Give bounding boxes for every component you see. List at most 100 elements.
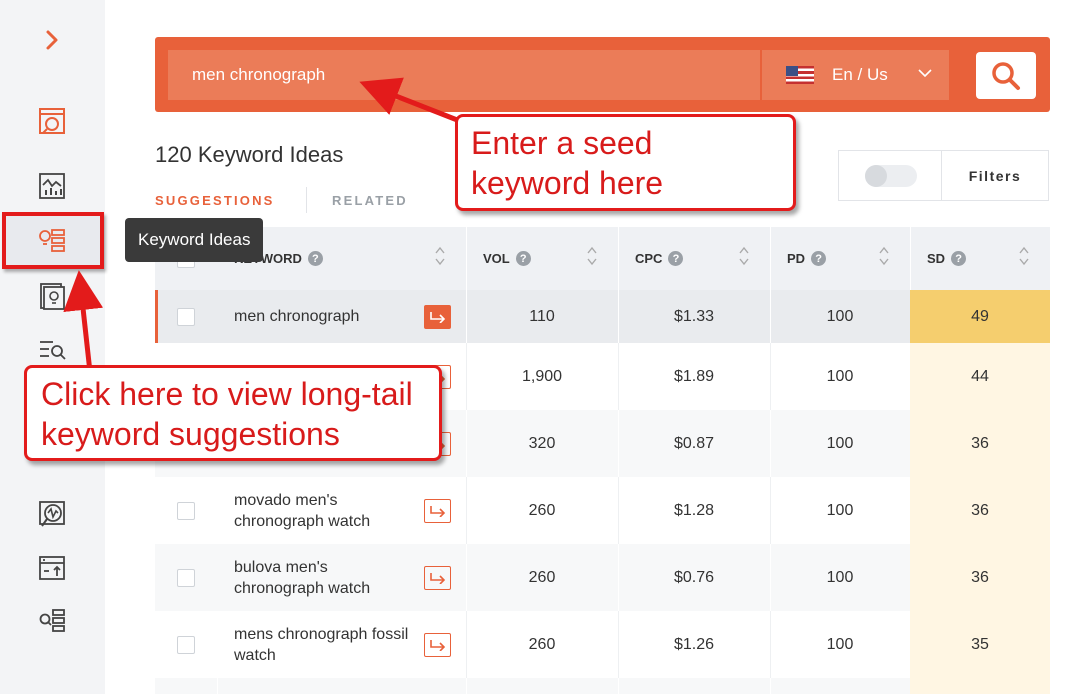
table-row[interactable] [155, 678, 1050, 694]
keyword-text[interactable]: bulova men's chronograph watch [234, 557, 409, 599]
vol-value: 260 [528, 501, 556, 519]
sd-value: 36 [971, 434, 989, 452]
pd-value: 100 [826, 367, 854, 385]
pd-cell: 100 [770, 343, 910, 410]
vol-value: 260 [528, 635, 556, 653]
pd-cell: 100 [770, 477, 910, 544]
vol-cell: 260 [466, 611, 618, 678]
arrow-go-icon[interactable] [424, 498, 451, 523]
filter-toggle[interactable] [865, 165, 917, 187]
search-button[interactable] [976, 52, 1036, 99]
serp-icon[interactable] [36, 334, 68, 366]
row-checkbox[interactable] [177, 307, 195, 326]
header-vol[interactable]: VOL? [466, 227, 618, 290]
help-icon[interactable]: ? [811, 251, 827, 266]
row-select-cell [155, 611, 217, 678]
table-row[interactable]: men chronograph 110 $1.33 100 49 [155, 290, 1050, 343]
vol-cell: 260 [466, 477, 618, 544]
sort-icon[interactable] [1018, 245, 1030, 267]
pd-cell: 100 [770, 290, 910, 343]
cpc-value: $1.26 [673, 635, 715, 653]
sd-cell: 44 [910, 343, 1050, 410]
dashboard-icon[interactable] [36, 105, 68, 137]
chart-icon[interactable] [36, 170, 68, 202]
keyword-ideas-tooltip: Keyword Ideas [125, 218, 264, 262]
help-icon[interactable]: ? [307, 251, 323, 266]
col-divider [466, 678, 467, 694]
pd-cell: 100 [770, 410, 910, 477]
header-sd[interactable]: SD? [910, 227, 1050, 290]
chevron-right-icon[interactable] [36, 24, 68, 56]
keyword-text[interactable]: men chronograph [234, 306, 409, 327]
vol-cell: 260 [466, 544, 618, 611]
pd-cell: 100 [770, 611, 910, 678]
help-icon[interactable]: ? [515, 251, 531, 266]
vol-value: 320 [528, 434, 556, 452]
sidebar [0, 0, 105, 694]
row-select-cell [155, 290, 217, 343]
cpc-cell: $1.28 [618, 477, 770, 544]
header-sd-label: SD [927, 251, 946, 266]
filters-panel: Filters [838, 150, 1049, 201]
cpc-cell: $1.33 [618, 290, 770, 343]
sd-cell: 36 [910, 477, 1050, 544]
help-icon[interactable]: ? [951, 251, 967, 266]
row-checkbox[interactable] [177, 635, 195, 654]
keyword-cell: movado men's chronograph watch [217, 477, 466, 544]
table-header: KEYWORD? VOL? CPC? PD? SD? [155, 227, 1050, 290]
site-audit-icon[interactable] [36, 498, 68, 530]
arrow-go-icon[interactable] [424, 565, 451, 590]
vol-value: 260 [528, 568, 556, 586]
header-cpc-label: CPC [635, 251, 663, 266]
sd-cell: 49 [910, 290, 1050, 343]
cpc-value: $1.33 [673, 307, 715, 325]
cpc-cell: $1.26 [618, 611, 770, 678]
cpc-value: $0.87 [673, 434, 715, 452]
us-flag-icon [786, 66, 814, 84]
content-ideas-icon[interactable] [36, 280, 68, 312]
row-checkbox[interactable] [177, 501, 195, 520]
locale-label: En / Us [832, 65, 888, 84]
keyword-text[interactable]: movado men's chronograph watch [234, 490, 409, 532]
row-select-cell [155, 477, 217, 544]
tab-related[interactable]: RELATED [332, 193, 408, 208]
search-list-icon[interactable] [36, 605, 68, 637]
arrow-go-icon[interactable] [424, 632, 451, 657]
keyword-text[interactable]: mens chronograph fossil watch [234, 624, 409, 666]
header-cpc[interactable]: CPC? [618, 227, 770, 290]
cpc-value: $1.28 [673, 501, 715, 519]
cpc-cell: $0.76 [618, 544, 770, 611]
sort-icon[interactable] [878, 245, 890, 267]
pd-value: 100 [826, 307, 854, 325]
filters-button[interactable]: Filters [942, 151, 1048, 200]
callout-seed-keyword: Enter a seed keyword here [455, 114, 796, 211]
help-icon[interactable]: ? [668, 251, 684, 266]
sort-icon[interactable] [738, 245, 750, 267]
vol-value: 1,900 [521, 367, 563, 385]
keyword-cell: bulova men's chronograph watch [217, 544, 466, 611]
row-checkbox[interactable] [177, 568, 195, 587]
keyword-search-input[interactable] [168, 50, 760, 100]
sort-icon[interactable] [434, 245, 446, 267]
tab-suggestions[interactable]: SUGGESTIONS [155, 193, 275, 208]
cpc-value: $1.89 [673, 367, 715, 385]
chevron-down-icon [918, 69, 932, 78]
table-row[interactable]: mens chronograph fossil watch 260 $1.26 … [155, 611, 1050, 678]
locale-dropdown[interactable]: En / Us [762, 50, 949, 100]
search-bar: En / Us [155, 37, 1050, 112]
header-pd[interactable]: PD? [770, 227, 910, 290]
vol-value: 110 [529, 307, 555, 325]
row-select-cell [155, 544, 217, 611]
table-row[interactable]: bulova men's chronograph watch 260 $0.76… [155, 544, 1050, 611]
sort-icon[interactable] [586, 245, 598, 267]
table-row[interactable]: movado men's chronograph watch 260 $1.28… [155, 477, 1050, 544]
arrow-go-icon[interactable] [424, 304, 451, 329]
header-vol-label: VOL [483, 251, 510, 266]
sd-cell [910, 678, 1050, 694]
header-pd-label: PD [787, 251, 806, 266]
col-divider [770, 678, 771, 694]
cpc-cell: $1.89 [618, 343, 770, 410]
sd-cell: 35 [910, 611, 1050, 678]
upload-icon[interactable] [36, 552, 68, 584]
callout-longtail: Click here to view long-tail keyword sug… [24, 365, 442, 461]
